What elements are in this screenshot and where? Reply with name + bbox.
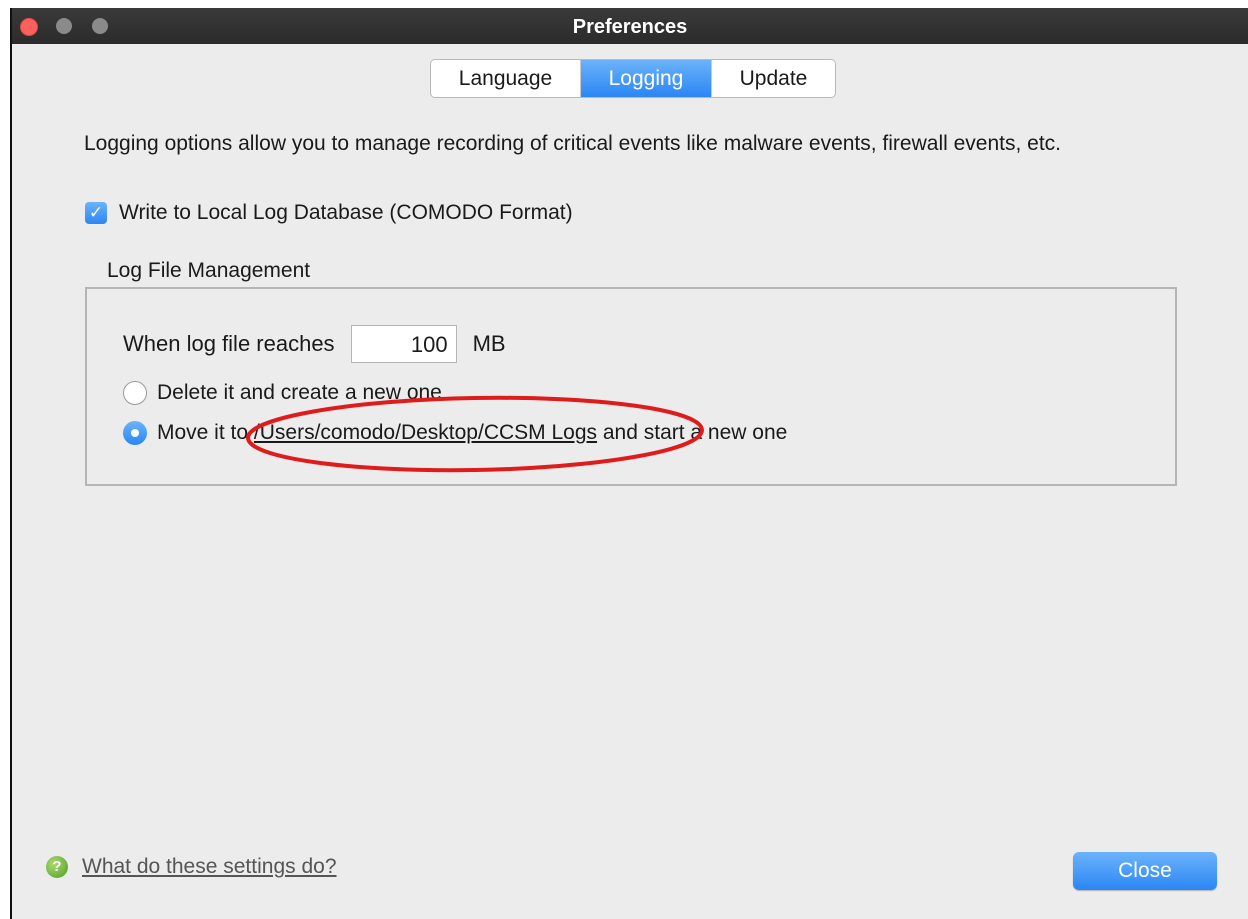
move-log-option[interactable]: Move it to /Users/comodo/Desktop/CCSM Lo… <box>123 421 787 445</box>
log-size-input[interactable]: 100 <box>350 325 457 363</box>
log-path-link[interactable]: /Users/comodo/Desktop/CCSM Logs <box>254 421 597 445</box>
tab-bar: Language Logging Update <box>430 59 836 98</box>
delete-log-radio[interactable] <box>123 381 147 405</box>
title-bar: Preferences <box>12 8 1248 44</box>
question-mark-icon: ? <box>46 856 68 878</box>
move-log-suffix: and start a new one <box>602 421 788 444</box>
write-local-log-label: Write to Local Log Database (COMODO Form… <box>119 201 573 224</box>
log-size-label: When log file reaches <box>123 331 335 356</box>
log-size-row: When log file reaches 100 MB <box>123 325 506 363</box>
tab-language[interactable]: Language <box>431 60 581 97</box>
delete-log-label: Delete it and create a new one <box>157 381 442 404</box>
logging-description: Logging options allow you to manage reco… <box>84 132 1062 155</box>
log-file-management-title: Log File Management <box>107 259 311 282</box>
help-row: ? What do these settings do? <box>46 855 337 879</box>
move-log-prefix: Move it to <box>157 421 249 444</box>
tab-logging[interactable]: Logging <box>581 60 711 97</box>
help-link[interactable]: What do these settings do? <box>82 855 337 879</box>
write-local-log-option[interactable]: ✓ Write to Local Log Database (COMODO Fo… <box>85 201 573 225</box>
window-title: Preferences <box>572 16 688 38</box>
delete-log-option[interactable]: Delete it and create a new one <box>123 381 442 405</box>
preferences-window: Preferences Language Logging Update Logg… <box>10 8 1248 919</box>
log-size-unit: MB <box>472 331 506 356</box>
move-log-radio[interactable] <box>123 421 147 445</box>
checkmark-icon[interactable]: ✓ <box>85 202 107 224</box>
close-button[interactable]: Close <box>1073 852 1217 890</box>
tab-update[interactable]: Update <box>711 60 835 97</box>
